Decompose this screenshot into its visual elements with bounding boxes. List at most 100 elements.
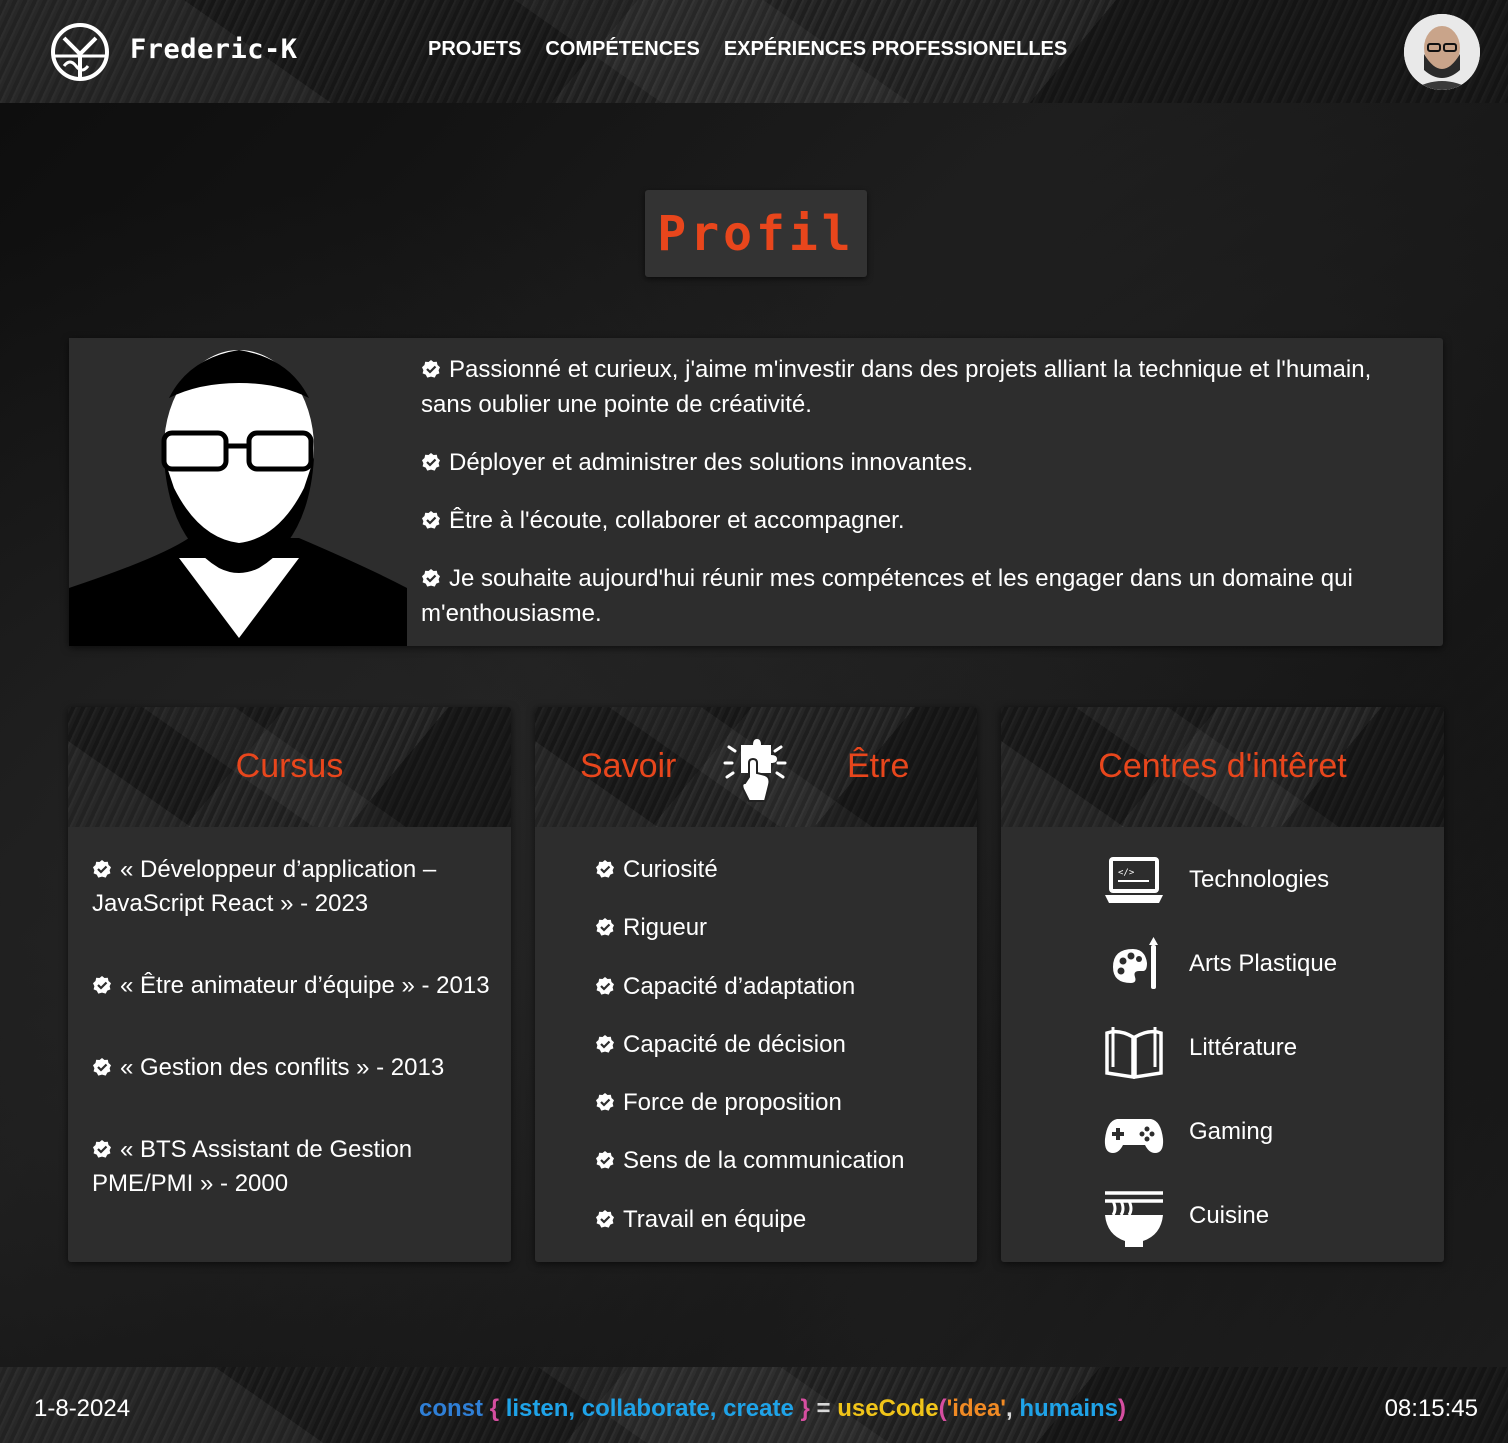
nav-projets[interactable]: PROJETS xyxy=(428,38,521,61)
savoir-etre-item: Capacité de décision xyxy=(595,1028,955,1062)
check-badge-icon xyxy=(596,976,614,995)
savoir-etre-list: Curiosité Rigueur Capacité d’adaptation … xyxy=(595,853,955,1261)
savoir-title: Savoir xyxy=(580,747,677,785)
footer-clock: 08:15:45 xyxy=(1384,1395,1478,1422)
nav-competences[interactable]: COMPÉTENCES xyxy=(545,38,699,61)
noodle-bowl-icon xyxy=(1105,1191,1163,1247)
profile-portrait xyxy=(69,338,407,646)
cursus-item-text: « Être animateur d’équipe » - 2013 xyxy=(120,972,490,999)
savoir-etre-item: Curiosité xyxy=(595,853,955,887)
interest-label: Technologies xyxy=(1189,866,1330,893)
interest-gaming: Gaming xyxy=(1103,1103,1423,1173)
code-keyword: const xyxy=(419,1395,484,1422)
savoir-etre-item: Sens de la communication xyxy=(595,1144,955,1178)
profile-item-text: Je souhaite aujourd'hui réunir mes compé… xyxy=(421,565,1353,627)
savoir-etre-item-text: Force de proposition xyxy=(623,1089,842,1117)
top-navbar: Frederic-K PROJETS COMPÉTENCES EXPÉRIENC… xyxy=(0,0,1508,103)
cursus-card: Cursus « Développeur d’application – Jav… xyxy=(68,707,511,1262)
footer-code-motto: const { listen, collaborate, create } = … xyxy=(419,1395,1126,1423)
cursus-item: « Développeur d’application – JavaScript… xyxy=(92,853,492,921)
check-badge-icon xyxy=(93,1140,111,1158)
profile-list: Passionné et curieux, j'aime m'investir … xyxy=(421,352,1421,654)
cursus-card-header: Cursus xyxy=(68,707,511,827)
check-badge-icon xyxy=(596,1209,614,1228)
avatar[interactable] xyxy=(1404,14,1480,90)
check-badge-icon xyxy=(422,511,440,529)
code-paren-open: ( xyxy=(938,1395,947,1422)
code-arg: humains xyxy=(1019,1395,1119,1422)
profile-item: Je souhaite aujourd'hui réunir mes compé… xyxy=(421,561,1421,631)
savoir-etre-item-text: Sens de la communication xyxy=(623,1147,905,1175)
code-brace-open: { xyxy=(489,1395,500,1422)
cursus-item-text: « Développeur d’application – JavaScript… xyxy=(92,856,437,917)
check-badge-icon xyxy=(596,1093,614,1111)
footer: 1-8-2024 const { listen, collaborate, cr… xyxy=(0,1367,1508,1443)
interest-label: Littérature xyxy=(1189,1034,1298,1061)
cursus-item: « Gestion des conflits » - 2013 xyxy=(92,1051,492,1085)
code-paren-close: ) xyxy=(1118,1395,1127,1422)
savoir-etre-item-text: Capacité d’adaptation xyxy=(623,972,856,1000)
savoir-etre-item: Force de proposition xyxy=(595,1086,955,1120)
svg-text:</>: </> xyxy=(1118,868,1135,878)
savoir-etre-item: Rigueur xyxy=(595,911,955,945)
savoir-etre-card-header: Savoir Être xyxy=(535,707,977,827)
check-badge-icon xyxy=(422,360,440,378)
code-equals: = xyxy=(816,1395,831,1422)
portrait-illustration-icon xyxy=(69,350,407,646)
interests-card-body: </> Technologies Arts Plastique Littérat… xyxy=(1001,827,1444,1262)
gamepad-icon xyxy=(1104,1119,1164,1153)
page-title-box: Profil xyxy=(645,190,867,277)
interest-label: Arts Plastique xyxy=(1189,950,1338,977)
code-comma: , xyxy=(1006,1395,1013,1422)
footer-date: 1-8-2024 xyxy=(34,1395,131,1422)
cursus-card-body: « Développeur d’application – JavaScript… xyxy=(68,827,511,1262)
cursus-title: Cursus xyxy=(235,747,344,785)
savoir-etre-item-text: Travail en équipe xyxy=(623,1205,807,1233)
check-badge-icon xyxy=(93,1058,111,1076)
cursus-item: « Être animateur d’équipe » - 2013 xyxy=(92,969,492,1003)
avatar-portrait-icon xyxy=(1404,14,1480,90)
interest-cuisine: Cuisine xyxy=(1103,1187,1423,1257)
page-title: Profil xyxy=(657,205,855,262)
check-badge-icon xyxy=(93,860,111,878)
profile-item-text: Passionné et curieux, j'aime m'investir … xyxy=(421,356,1372,418)
code-brace-close: } xyxy=(800,1395,810,1422)
brand-name[interactable]: Frederic-K xyxy=(130,34,298,65)
open-book-icon xyxy=(1105,1027,1163,1080)
interest-litterature: Littérature xyxy=(1103,1019,1423,1089)
savoir-etre-item-text: Capacité de décision xyxy=(623,1030,846,1058)
cursus-item-text: « BTS Assistant de Gestion PME/PMI » - 2… xyxy=(92,1136,413,1197)
savoir-etre-item: Capacité d’adaptation xyxy=(595,970,955,1004)
etre-title: Être xyxy=(847,747,910,785)
interest-arts: Arts Plastique xyxy=(1103,935,1423,1005)
interest-technologies: </> Technologies xyxy=(1103,851,1423,921)
profile-panel: Passionné et curieux, j'aime m'investir … xyxy=(69,338,1443,646)
check-badge-icon xyxy=(422,569,440,587)
interests-title: Centres d'intêret xyxy=(1098,747,1347,785)
profile-item-text: Être à l'écoute, collaborer et accompagn… xyxy=(449,507,905,534)
savoir-etre-card-body: Curiosité Rigueur Capacité d’adaptation … xyxy=(535,827,977,1262)
code-function: useCode xyxy=(837,1395,939,1422)
savoir-etre-card: Savoir Être Curiosité Rigueur Capacité d… xyxy=(535,707,977,1262)
profile-item: Déployer et administrer des solutions in… xyxy=(421,445,1421,480)
cursus-list: « Développeur d’application – JavaScript… xyxy=(92,853,492,1249)
code-string: 'idea' xyxy=(946,1395,1006,1422)
interest-label: Gaming xyxy=(1189,1118,1274,1145)
interests-card-header: Centres d'intêret xyxy=(1001,707,1444,827)
main-nav: PROJETS COMPÉTENCES EXPÉRIENCES PROFESSI… xyxy=(428,38,1067,61)
check-badge-icon xyxy=(422,453,440,471)
palette-brush-icon xyxy=(1113,937,1158,989)
savoir-etre-item-text: Rigueur xyxy=(623,914,708,942)
nav-experiences[interactable]: EXPÉRIENCES PROFESSIONELLES xyxy=(724,38,1067,61)
profile-item: Être à l'écoute, collaborer et accompagn… xyxy=(421,503,1421,538)
savoir-etre-item-text: Curiosité xyxy=(623,856,718,883)
check-badge-icon xyxy=(596,1151,614,1170)
profile-item-text: Déployer et administrer des solutions in… xyxy=(449,449,974,476)
logo-icon[interactable] xyxy=(50,22,110,82)
cursus-item: « BTS Assistant de Gestion PME/PMI » - 2… xyxy=(92,1133,492,1201)
profile-item: Passionné et curieux, j'aime m'investir … xyxy=(421,352,1421,422)
savoir-etre-item: Travail en équipe xyxy=(595,1203,955,1237)
check-badge-icon xyxy=(596,1034,614,1053)
puzzle-hand-icon xyxy=(723,739,787,802)
check-badge-icon xyxy=(93,976,111,994)
